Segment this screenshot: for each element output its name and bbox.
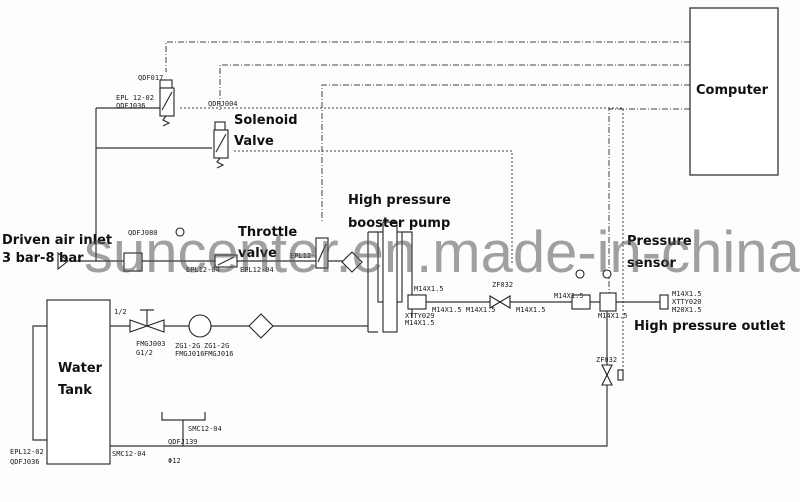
code-label: M14X1.5 [516,306,546,314]
water-filter-icon [248,313,274,339]
code-label: ZF032 [596,356,617,364]
solenoid-label-1: Solenoid [234,113,298,128]
code-label: G1/2 [136,349,153,357]
code-label: QDFJ004 [208,100,238,108]
outlet-label: High pressure outlet [634,319,785,334]
pneumatic-hydraulic-diagram: Computer Solenoid Valve QDF017 EPL 12-02… [0,0,800,502]
code-label: M14X1.5 [672,290,702,298]
code-label: EPL12-02 [10,448,44,456]
code-label: M20X1.5 [672,306,702,314]
drain-valve-zf032 [601,364,613,377]
computer-label: Computer [696,83,769,98]
code-label: ZG1-2G [175,342,200,350]
code-label: Φ12 [168,457,181,465]
code-label: FMGJ003 [136,340,166,348]
code-label: M14X1.5 [414,285,444,293]
return-pipe [110,311,608,447]
tank-label-2: Tank [58,383,92,398]
code-label: XTTY020 [672,298,702,306]
code-label: FMGJ016 [175,350,205,358]
inlet-label-2: 3 bar-8 bar [2,251,84,266]
code-label: ZG1-2G [204,342,229,350]
booster-label-1: High pressure [348,193,451,208]
code-label: M14X1.5 [432,306,462,314]
code-label: QDFJ036 [10,458,40,466]
solenoid-valve-qdf017 [159,79,175,127]
code-label: SMC12-04 [188,425,222,433]
watermark: suncenter.en.made-in-china.com [84,220,800,285]
pump-icon [188,314,212,338]
code-label: EPL 12-02 [116,94,154,102]
check-valve-xtty029 [407,294,427,310]
code-label: FMGJ016 [204,350,234,358]
code-label: M14X1.5 [405,319,435,327]
cross-fitting [599,292,617,312]
code-label: M14X1.5 [466,306,496,314]
code-label: SMC12-04 [112,450,146,458]
code-label: QDF017 [138,74,163,82]
ball-valve-icon [129,319,149,333]
solenoid-label-2: Valve [234,134,274,149]
water-tank [46,299,111,465]
code-label: M14X1.5 [598,312,628,320]
tank-label-1: Water [58,361,103,376]
code-label: M14X1.5 [554,292,584,300]
code-label: 1/2 [114,308,127,316]
outlet-connector [659,294,669,310]
solenoid-valve-qdfj004 [213,121,229,169]
code-label: QDFJ139 [168,438,198,446]
code-label: QDFJ036 [116,102,146,110]
